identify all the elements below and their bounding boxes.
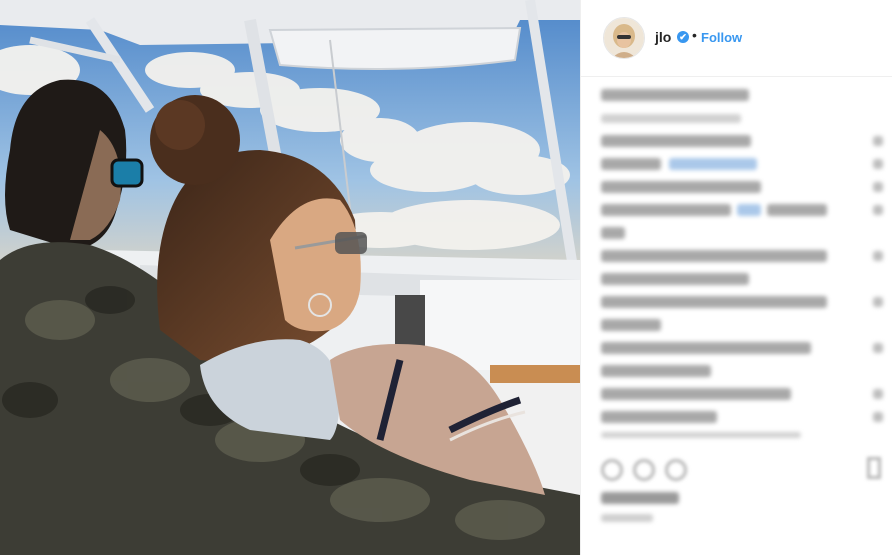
list-item	[601, 245, 891, 268]
list-item	[601, 107, 891, 130]
list-item	[601, 153, 891, 176]
list-item	[601, 360, 891, 383]
list-item	[601, 383, 891, 406]
list-item	[601, 429, 891, 441]
post-actions	[601, 455, 891, 489]
post-sidebar: jlo ✔ • Follow	[580, 0, 892, 555]
list-item	[601, 337, 891, 360]
list-item	[601, 199, 891, 222]
list-item	[601, 130, 891, 153]
comments-list	[601, 84, 891, 441]
list-item	[601, 84, 891, 107]
heart-icon[interactable]	[601, 459, 623, 481]
post-header: jlo ✔ • Follow	[581, 0, 892, 77]
list-item	[601, 222, 891, 245]
likes-count[interactable]	[601, 492, 679, 504]
list-item	[601, 268, 891, 291]
bookmark-icon[interactable]	[867, 457, 881, 479]
list-item	[601, 291, 891, 314]
verified-badge-icon: ✔	[677, 31, 689, 43]
avatar[interactable]	[603, 17, 645, 59]
list-item	[601, 314, 891, 337]
post-photo[interactable]	[0, 0, 580, 555]
share-icon[interactable]	[665, 459, 687, 481]
username[interactable]: jlo	[655, 29, 671, 45]
list-item	[601, 176, 891, 199]
list-item	[601, 406, 891, 429]
separator-dot: •	[692, 27, 697, 43]
comment-icon[interactable]	[633, 459, 655, 481]
post-timestamp	[601, 514, 653, 522]
follow-button[interactable]: Follow	[701, 30, 742, 45]
